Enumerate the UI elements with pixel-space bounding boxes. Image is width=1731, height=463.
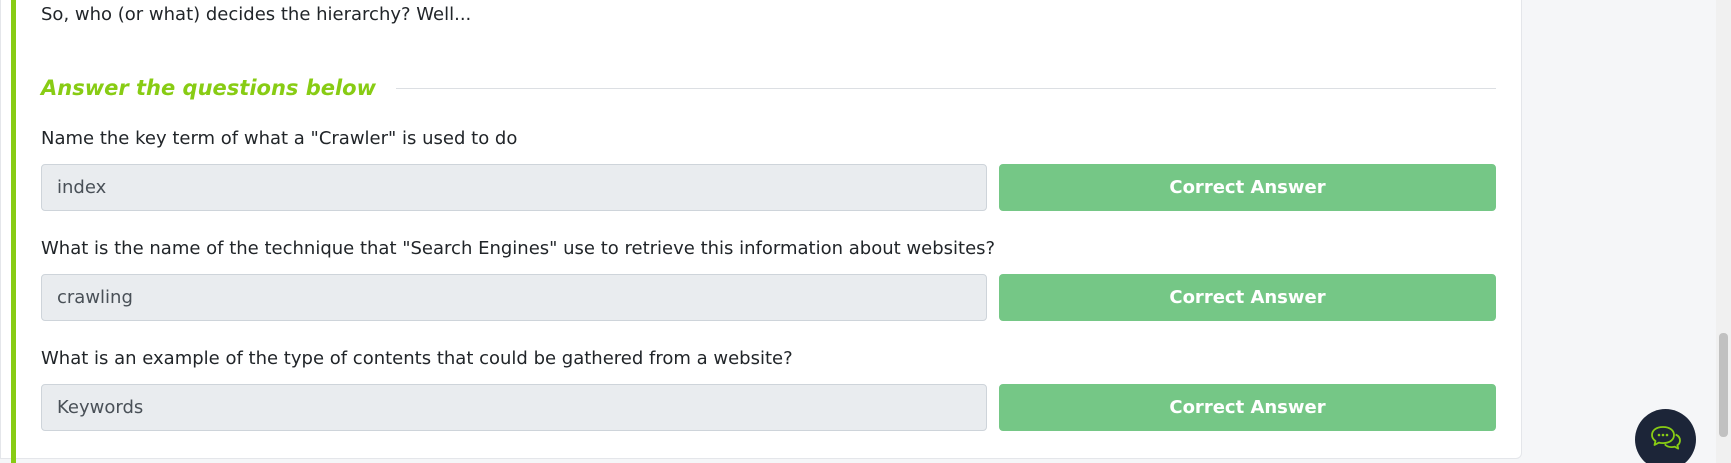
section-header: Answer the questions below [41,72,1496,104]
question-answer-row: Keywords Correct Answer [41,384,1496,431]
answer-input[interactable]: index [41,164,987,211]
intro-text: So, who (or what) decides the hierarchy?… [41,4,472,25]
section-title: Answer the questions below [41,76,377,100]
correct-answer-button[interactable]: Correct Answer [999,384,1496,431]
chat-bubbles-icon [1650,424,1682,456]
question-text: What is an example of the type of conten… [41,348,793,369]
question-answer-row: index Correct Answer [41,164,1496,211]
question-answer-row: crawling Correct Answer [41,274,1496,321]
task-accent-bar [11,0,16,463]
question-text: Name the key term of what a "Crawler" is… [41,128,518,149]
answer-input[interactable]: crawling [41,274,987,321]
question-2: What is the name of the technique that "… [41,234,1496,321]
question-1: Name the key term of what a "Crawler" is… [41,124,1496,211]
answer-input[interactable]: Keywords [41,384,987,431]
correct-answer-button[interactable]: Correct Answer [999,164,1496,211]
correct-answer-button[interactable]: Correct Answer [999,274,1496,321]
chat-button[interactable] [1635,409,1696,463]
question-3: What is an example of the type of conten… [41,344,1496,431]
question-text: What is the name of the technique that "… [41,238,996,259]
section-divider [396,87,1496,89]
scrollbar-thumb[interactable] [1719,333,1728,437]
page: So, who (or what) decides the hierarchy?… [0,0,1731,463]
